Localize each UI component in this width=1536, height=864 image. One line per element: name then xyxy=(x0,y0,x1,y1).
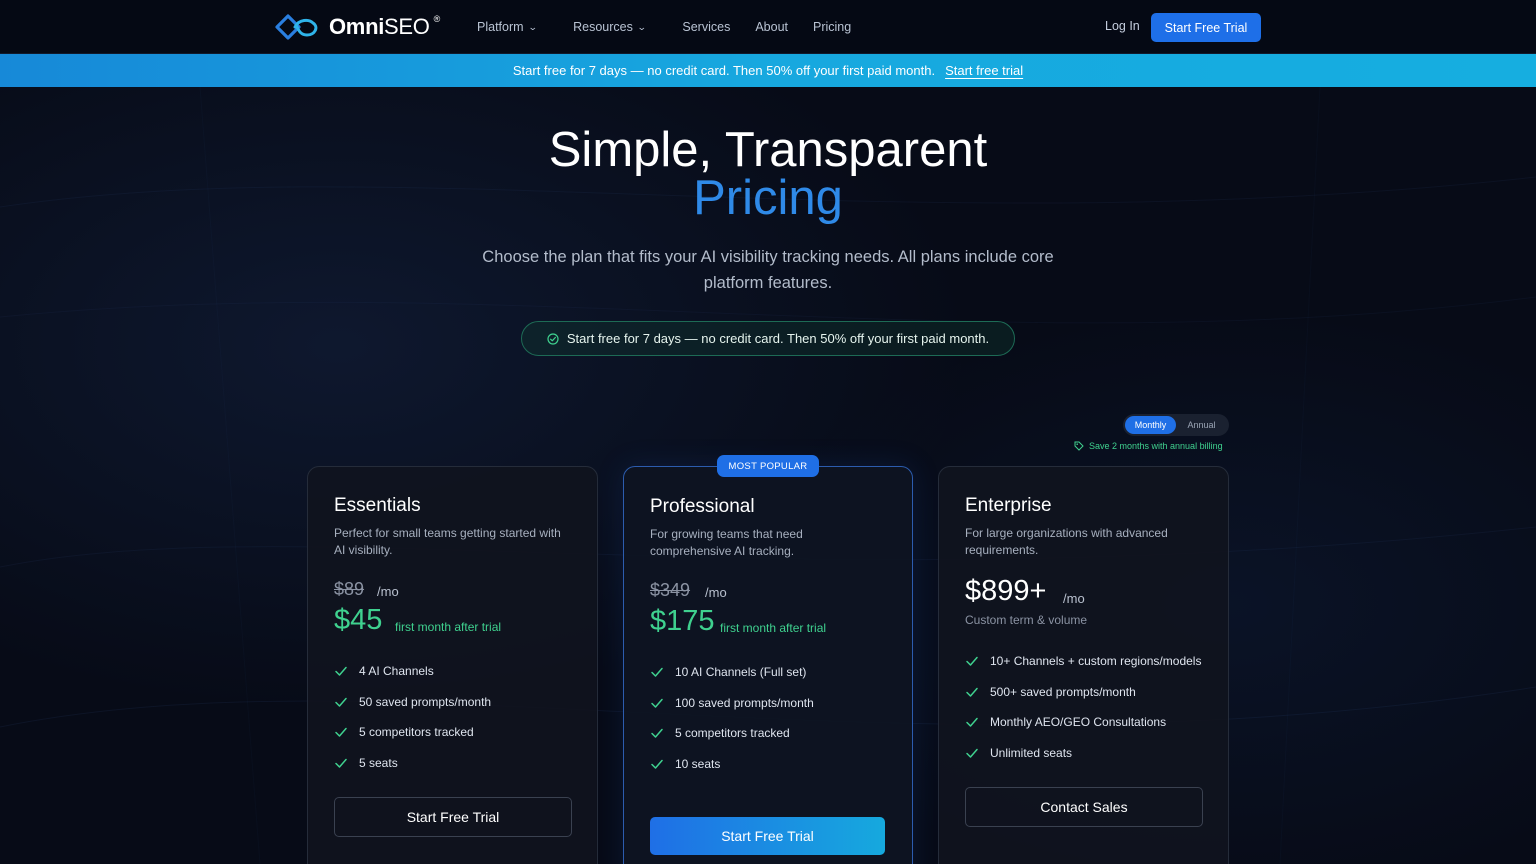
tag-icon xyxy=(1074,441,1084,451)
check-icon xyxy=(966,687,978,697)
check-circle-icon xyxy=(547,332,559,345)
plan-feature-text: 10 seats xyxy=(675,756,721,771)
check-icon xyxy=(651,759,663,769)
plan-feature: 5 competitors tracked xyxy=(650,718,814,749)
plan-price-period: /mo xyxy=(377,584,399,599)
page-title-line1: Simple, Transparent xyxy=(548,123,988,177)
promo-start-trial-link[interactable]: Start free trial xyxy=(945,63,1023,78)
billing-annual-option[interactable]: Annual xyxy=(1176,416,1227,434)
plan-feature-text: 4 AI Channels xyxy=(359,664,434,679)
check-icon xyxy=(335,697,347,707)
plan-feature-text: 10 AI Channels (Full set) xyxy=(675,665,807,680)
trial-info-pill: Start free for 7 days — no credit card. … xyxy=(521,321,1015,356)
check-icon xyxy=(966,748,978,758)
nav-item-services[interactable]: Services xyxy=(682,20,730,34)
check-icon xyxy=(335,758,347,768)
plan-feature-text: 5 seats xyxy=(359,755,398,770)
plan-price: $899+ xyxy=(965,575,1047,607)
billing-toggle: Monthly Annual xyxy=(1123,414,1229,436)
nav-start-trial-button[interactable]: Start Free Trial xyxy=(1151,13,1261,42)
plan-feature-list: 4 AI Channels 50 saved prompts/month 5 c… xyxy=(334,656,491,778)
plan-feature: 10+ Channels + custom regions/models xyxy=(965,646,1201,677)
most-popular-badge: MOST POPULAR xyxy=(717,455,819,477)
nav-item-label: Pricing xyxy=(813,20,852,34)
plan-description: Perfect for small teams getting started … xyxy=(334,526,561,557)
plan-price-period: /mo xyxy=(705,585,727,600)
plan-name: Enterprise xyxy=(965,495,1052,516)
registered-mark: ® xyxy=(433,14,441,24)
page-subtitle: Choose the plan that fits your AI visibi… xyxy=(482,248,1054,292)
primary-nav: Platform ⌄ Resources ⌄ Services About Pr… xyxy=(477,0,851,54)
nav-item-label: Services xyxy=(682,20,731,34)
nav-item-about[interactable]: About xyxy=(755,20,788,34)
plan-trial-note: first month after trial xyxy=(395,620,502,634)
plan-feature: 5 competitors tracked xyxy=(334,717,491,748)
plan-feature-text: 50 saved prompts/month xyxy=(359,694,492,709)
plan-card-professional: Professional For growing teams that need… xyxy=(623,466,913,864)
nav-item-label: Platform xyxy=(477,20,524,34)
plan-feature: Monthly AEO/GEO Consultations xyxy=(965,707,1201,738)
plan-trial-price: $175 xyxy=(650,605,715,637)
plan-trial-price: $45 xyxy=(334,604,383,636)
annual-savings-text: Save 2 months with annual billing xyxy=(1089,441,1223,451)
page-title: Simple, Transparent Pricing xyxy=(0,123,1536,225)
logo-mark-icon xyxy=(275,14,318,40)
nav-item-resources[interactable]: Resources ⌄ xyxy=(573,20,647,34)
plan-feature-list: 10 AI Channels (Full set) 100 saved prom… xyxy=(650,657,814,779)
login-link[interactable]: Log In xyxy=(1105,19,1140,33)
plan-feature: 5 seats xyxy=(334,748,491,779)
brand-name: OmniSEO xyxy=(329,14,430,39)
brand-logo[interactable]: OmniSEO ® xyxy=(275,13,442,41)
plan-feature-list: 10+ Channels + custom regions/models 500… xyxy=(965,646,1201,768)
check-icon xyxy=(651,729,663,738)
professional-start-trial-button[interactable]: Start Free Trial xyxy=(650,817,885,855)
chevron-down-icon: ⌄ xyxy=(527,21,538,32)
plan-feature-text: 10+ Channels + custom regions/models xyxy=(990,654,1202,669)
check-icon xyxy=(651,698,663,708)
check-icon xyxy=(966,718,978,727)
plan-name: Essentials xyxy=(334,495,421,516)
plan-original-price: $89 xyxy=(334,579,365,599)
nav-item-label: Resources xyxy=(573,20,633,34)
annual-savings-note: Save 2 months with annual billing xyxy=(1074,441,1223,451)
plan-price-period: /mo xyxy=(1063,591,1085,606)
contact-sales-button[interactable]: Contact Sales xyxy=(965,787,1203,827)
promo-bar: Start free for 7 days — no credit card. … xyxy=(0,54,1536,87)
plan-feature-text: 100 saved prompts/month xyxy=(675,695,814,710)
check-icon xyxy=(335,728,347,737)
trial-info-text: Start free for 7 days — no credit card. … xyxy=(566,331,990,346)
check-icon xyxy=(335,667,347,676)
check-icon xyxy=(651,668,663,677)
plan-name: Professional xyxy=(650,496,755,517)
plan-trial-note: first month after trial xyxy=(720,621,827,635)
plan-card-essentials: Essentials Perfect for small teams getti… xyxy=(307,466,598,864)
plan-description: For large organizations with advanced re… xyxy=(965,526,1168,557)
page-title-line2: Pricing xyxy=(693,171,843,225)
nav-item-pricing[interactable]: Pricing xyxy=(813,20,851,34)
plan-feature-text: 500+ saved prompts/month xyxy=(990,684,1136,699)
check-icon xyxy=(966,657,978,666)
nav-item-platform[interactable]: Platform ⌄ xyxy=(477,20,538,34)
plan-feature-text: Unlimited seats xyxy=(990,745,1073,760)
plan-feature-text: 5 competitors tracked xyxy=(675,726,790,741)
plan-feature-text: 5 competitors tracked xyxy=(359,725,474,740)
plan-original-price: $349 xyxy=(650,580,691,600)
billing-monthly-option[interactable]: Monthly xyxy=(1125,416,1176,434)
plan-term-note: Custom term & volume xyxy=(965,613,1088,627)
nav-item-label: About xyxy=(755,20,788,34)
plan-card-enterprise: Enterprise For large organizations with … xyxy=(938,466,1229,864)
plan-feature: 500+ saved prompts/month xyxy=(965,677,1201,708)
plan-feature: 10 seats xyxy=(650,749,814,780)
promo-text: Start free for 7 days — no credit card. … xyxy=(512,63,936,78)
top-nav: OmniSEO ® Platform ⌄ Resources ⌄ Service… xyxy=(0,0,1536,54)
plan-feature: 10 AI Channels (Full set) xyxy=(650,657,814,688)
plan-feature: Unlimited seats xyxy=(965,738,1201,769)
chevron-down-icon: ⌄ xyxy=(636,21,647,32)
plan-feature: 100 saved prompts/month xyxy=(650,688,814,719)
plan-feature-text: Monthly AEO/GEO Consultations xyxy=(990,715,1167,730)
plan-feature: 4 AI Channels xyxy=(334,656,491,687)
essentials-start-trial-button[interactable]: Start Free Trial xyxy=(334,797,572,837)
plan-feature: 50 saved prompts/month xyxy=(334,687,491,718)
plan-description: For growing teams that need comprehensiv… xyxy=(650,527,803,558)
